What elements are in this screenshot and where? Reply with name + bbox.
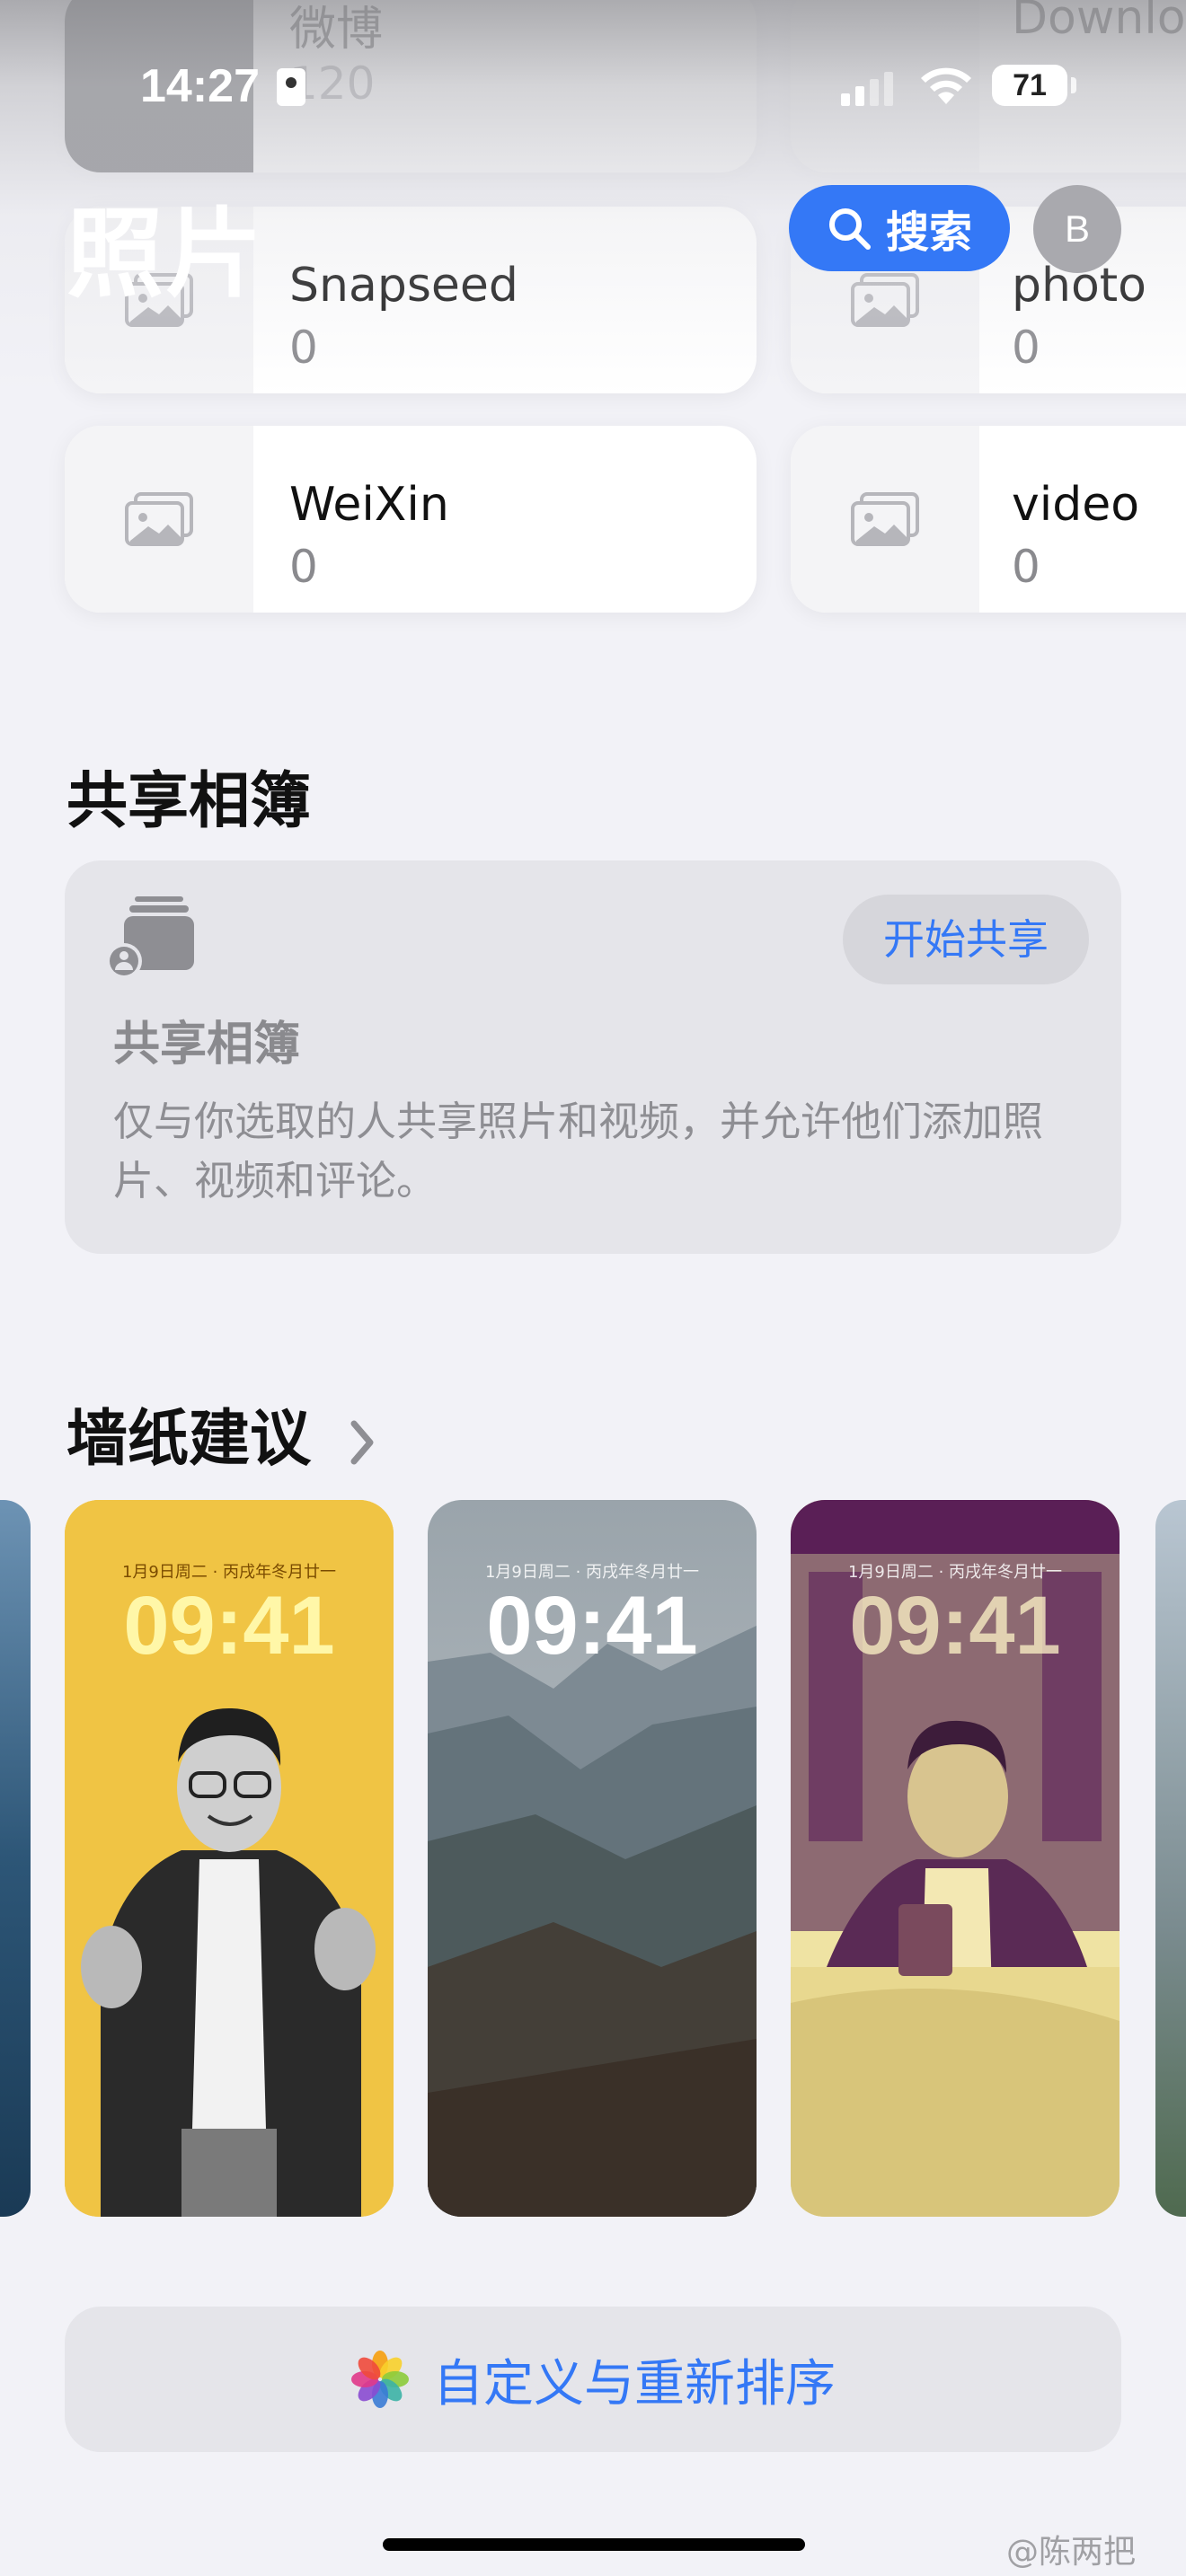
shared-albums-description: 仅与你选取的人共享照片和视频，并允许他们添加照片、视频和评论。 <box>113 1098 1044 1204</box>
album-count: 0 <box>1012 322 1040 374</box>
wallpaper-time: 09:41 <box>849 1580 1061 1672</box>
album-name: WeiXin <box>289 478 449 532</box>
photo-placeholder-icon <box>851 492 919 546</box>
chevron-right-icon <box>350 1420 374 1465</box>
album-count: 0 <box>1012 541 1040 593</box>
shared-albums-card: 开始共享 共享相簿 仅与你选取的人共享照片和视频，并允许他们添加照片、视频和评论… <box>65 860 1121 1254</box>
wallpaper-time: 09:41 <box>486 1580 698 1672</box>
album-name: Snapseed <box>289 259 518 313</box>
customize-label: 自定义与重新排序 <box>433 2354 836 2413</box>
wallpaper-card-partial-left[interactable] <box>0 1500 31 2217</box>
page-title: 照片 <box>66 198 265 311</box>
photo-placeholder-icon <box>851 273 919 327</box>
album-tile-weixin[interactable]: WeiXin 0 <box>65 426 757 613</box>
album-tile-video[interactable]: video 0 <box>791 426 1186 613</box>
photos-app-screen: 微博 120 Downlo Snapseed 0 photo 0 WeiXin … <box>0 0 1186 2576</box>
album-thumbnail <box>791 426 979 613</box>
wallpaper-card[interactable]: 1月9日周二 · 丙戌年冬月廿一 09:41 <box>65 1500 394 2217</box>
watermark: @陈两把 <box>1006 2534 1137 2571</box>
wallpaper-card[interactable]: 1月9日周二 · 丙戌年冬月廿一 09:41 <box>428 1500 757 2217</box>
battery-tip <box>1071 77 1076 93</box>
album-thumbnail <box>65 426 253 613</box>
account-avatar[interactable]: B <box>1033 185 1121 273</box>
battery-indicator: 71 <box>992 65 1067 106</box>
shared-albums-heading: 共享相簿 <box>66 766 312 837</box>
focus-id-icon <box>277 68 305 106</box>
search-button[interactable]: 搜索 <box>789 185 1010 271</box>
shared-albums-card-title: 共享相簿 <box>113 1018 301 1072</box>
photo-placeholder-icon <box>125 492 193 546</box>
search-icon <box>828 208 871 250</box>
search-label: 搜索 <box>885 207 972 258</box>
shared-album-icon <box>106 896 194 979</box>
wallpaper-suggestions-label: 墙纸建议 <box>66 1404 312 1475</box>
album-count: 0 <box>289 322 318 374</box>
album-name: video <box>1012 478 1140 532</box>
wallpaper-suggestions-heading[interactable]: 墙纸建议 <box>66 1389 376 1478</box>
wallpaper-card-partial-right[interactable] <box>1155 1500 1186 2217</box>
start-sharing-button[interactable]: 开始共享 <box>843 895 1089 984</box>
customize-reorder-button[interactable]: 自定义与重新排序 <box>65 2307 1121 2452</box>
status-time: 14:27 <box>140 60 260 112</box>
home-indicator[interactable] <box>383 2538 805 2551</box>
wallpaper-card[interactable]: 1月9日周二 · 丙戌年冬月廿一 09:41 <box>791 1500 1120 2217</box>
wifi-icon <box>921 67 971 104</box>
wallpaper-time: 09:41 <box>123 1580 335 1672</box>
album-count: 0 <box>289 541 318 593</box>
photos-app-icon <box>351 2351 409 2408</box>
cellular-signal-icon <box>841 72 893 106</box>
status-bar: 14:27 71 <box>0 0 1186 162</box>
